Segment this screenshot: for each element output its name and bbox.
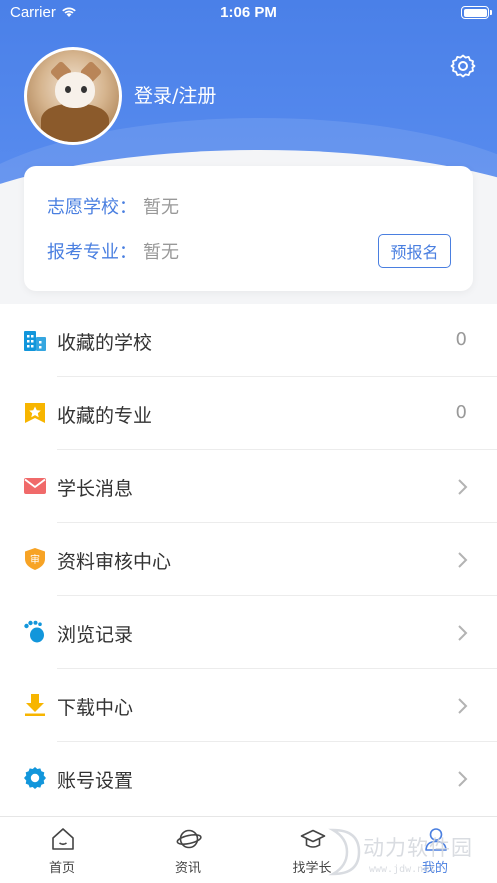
chevron-right-icon: [458, 552, 468, 568]
menu-item-favorite-schools[interactable]: 收藏的学校 0: [0, 304, 497, 377]
settings-gear-icon[interactable]: [450, 53, 476, 79]
footprint-icon: [24, 620, 44, 643]
login-register-link[interactable]: 登录/注册: [134, 81, 216, 108]
target-school-value: 暂无: [143, 197, 179, 218]
home-icon: [52, 828, 74, 850]
menu-item-label: 下载中心: [57, 697, 134, 719]
menu-item-review-center[interactable]: 审 资料审核中心: [0, 523, 497, 596]
chevron-right-icon: [458, 625, 468, 641]
bottom-tab-bar: 首页 资讯 找学长 我的: [0, 816, 497, 883]
menu-item-label: 学长消息: [57, 478, 134, 500]
gear-icon: [24, 767, 46, 789]
tab-find-senior[interactable]: 找学长: [250, 817, 374, 883]
svg-text:审: 审: [30, 553, 40, 566]
application-info-card: 志愿学校： 暂无 报考专业： 暂无 预报名: [24, 166, 473, 291]
menu-item-browse-history[interactable]: 浏览记录: [0, 596, 497, 669]
target-school-row: 志愿学校： 暂无: [47, 193, 179, 219]
tab-home[interactable]: 首页: [0, 817, 124, 883]
battery-icon: [461, 6, 492, 19]
status-time: 1:06 PM: [220, 4, 277, 21]
favorite-majors-count: 0: [455, 402, 467, 423]
tab-news-label: 资讯: [174, 861, 201, 876]
menu-item-label: 资料审核中心: [57, 551, 172, 573]
tab-news[interactable]: 资讯: [126, 817, 250, 883]
building-icon: [24, 331, 46, 351]
avatar[interactable]: [24, 47, 122, 145]
review-badge-icon: 审: [25, 548, 45, 570]
menu-list: 收藏的学校 0 收藏的专业 0 学长消息 审 资料审核中心 浏览记录 下载中心 …: [0, 304, 497, 816]
target-major-label: 报考专业：: [47, 242, 137, 263]
target-major-row: 报考专业： 暂无: [47, 238, 179, 264]
user-icon: [425, 828, 447, 851]
target-school-label: 志愿学校：: [47, 197, 137, 218]
tab-mine-label: 我的: [421, 861, 448, 876]
graduation-cap-icon: [300, 829, 326, 848]
pre-register-button[interactable]: 预报名: [378, 234, 451, 268]
menu-item-label: 收藏的学校: [57, 332, 153, 354]
tab-find-senior-label: 找学长: [292, 861, 332, 876]
chevron-right-icon: [458, 771, 468, 787]
menu-item-favorite-majors[interactable]: 收藏的专业 0: [0, 377, 497, 450]
chevron-right-icon: [458, 698, 468, 714]
tab-mine[interactable]: 我的: [373, 817, 497, 883]
star-bookmark-icon: [25, 403, 45, 423]
menu-item-account-settings[interactable]: 账号设置: [0, 742, 497, 815]
menu-item-download-center[interactable]: 下载中心: [0, 669, 497, 742]
chevron-right-icon: [458, 479, 468, 495]
favorite-schools-count: 0: [455, 329, 467, 350]
target-major-value: 暂无: [143, 242, 179, 263]
menu-item-label: 收藏的专业: [57, 405, 153, 427]
download-icon: [25, 694, 45, 716]
tab-home-label: 首页: [48, 861, 75, 876]
status-bar: Carrier 1:06 PM: [0, 0, 497, 26]
menu-item-senior-messages[interactable]: 学长消息: [0, 450, 497, 523]
menu-item-label: 浏览记录: [57, 624, 134, 646]
menu-item-label: 账号设置: [57, 770, 134, 792]
planet-icon: [176, 829, 202, 849]
envelope-icon: [24, 478, 46, 494]
